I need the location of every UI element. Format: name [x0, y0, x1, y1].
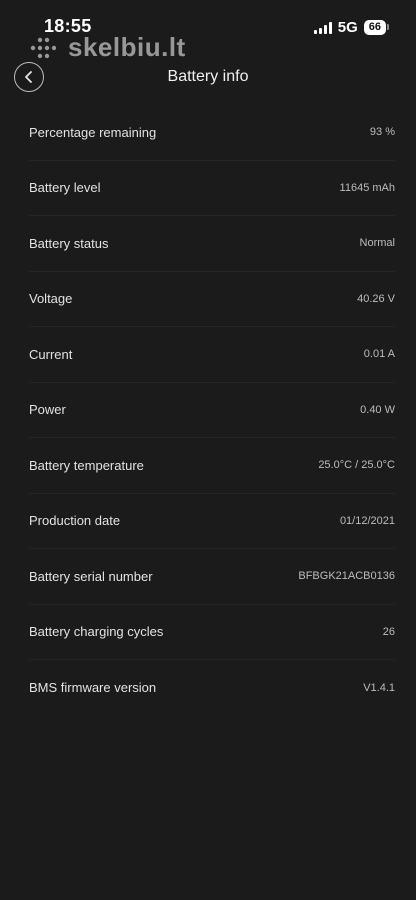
info-row-percentage-remaining: Percentage remaining 93 % [29, 105, 395, 161]
row-label: Voltage [29, 291, 73, 307]
info-row-battery-charging-cycles: Battery charging cycles 26 [29, 605, 395, 660]
row-label: Battery level [29, 180, 101, 196]
row-label: Current [29, 346, 73, 362]
info-row-battery-status: Battery status Normal [29, 216, 395, 272]
info-row-battery-level: Battery level 11645 mAh [29, 161, 395, 216]
row-label: Battery serial number [29, 568, 153, 584]
battery-icon: 66 [363, 20, 390, 35]
info-row-battery-serial-number: Battery serial number BFBGK21ACB0136 [29, 549, 395, 605]
info-row-voltage: Voltage 40.26 V [29, 272, 395, 327]
row-value: 93 % [369, 126, 395, 139]
row-value: V1.4.1 [363, 681, 395, 694]
page-title: Battery info [167, 68, 249, 85]
row-value: 25.0°C / 25.0°C [318, 459, 395, 472]
info-row-bms-firmware-version: BMS firmware version V1.4.1 [29, 660, 395, 716]
page-header: Battery info [0, 58, 416, 98]
row-value: 01/12/2021 [339, 514, 395, 527]
row-label: BMS firmware version [29, 680, 157, 696]
row-value: 26 [382, 625, 395, 638]
row-label: Battery charging cycles [29, 624, 164, 640]
row-label: Power [29, 402, 66, 418]
row-label: Battery status [29, 235, 109, 251]
info-row-battery-temperature: Battery temperature 25.0°C / 25.0°C [29, 438, 395, 494]
info-row-power: Power 0.40 W [29, 383, 395, 438]
row-value: 0.01 A [363, 348, 395, 361]
row-label: Production date [29, 513, 121, 529]
info-row-current: Current 0.01 A [29, 327, 395, 383]
cellular-signal-icon [313, 21, 332, 34]
row-value: 0.40 W [360, 403, 395, 416]
row-value: BFBGK21ACB0136 [298, 570, 395, 583]
row-value: 40.26 V [357, 292, 395, 305]
row-value: Normal [359, 237, 395, 250]
watermark-dots-icon [30, 37, 57, 58]
row-value: 11645 mAh [339, 181, 395, 194]
row-label: Battery temperature [29, 457, 144, 473]
info-row-production-date: Production date 01/12/2021 [29, 494, 395, 549]
network-type: 5G [337, 19, 358, 36]
battery-info-list: Percentage remaining 93 % Battery level … [29, 105, 395, 716]
row-label: Percentage remaining [29, 124, 157, 140]
status-icons: 5G 66 [313, 19, 390, 36]
